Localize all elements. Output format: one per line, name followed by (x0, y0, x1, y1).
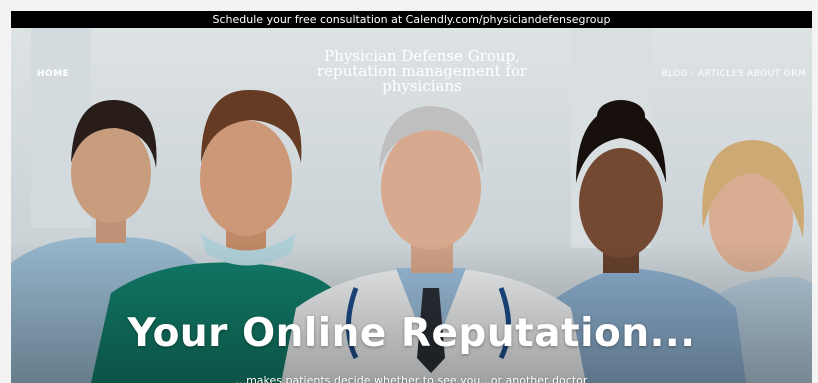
site-title[interactable]: Physician Defense Group, reputation mana… (301, 49, 543, 94)
nav-blog-link[interactable]: BLOG - ARTICLES ABOUT ORM (661, 69, 806, 79)
hero-subline: ...makes patients decide whether to see … (235, 374, 588, 383)
nav-home-link[interactable]: HOME (37, 69, 69, 79)
announcement-bar[interactable]: Schedule your free consultation at Calen… (11, 11, 812, 28)
hero-banner: HOME Physician Defense Group, reputation… (11, 28, 812, 383)
hero-headline: Your Online Reputation... (127, 311, 696, 356)
page-frame: Schedule your free consultation at Calen… (11, 11, 812, 383)
